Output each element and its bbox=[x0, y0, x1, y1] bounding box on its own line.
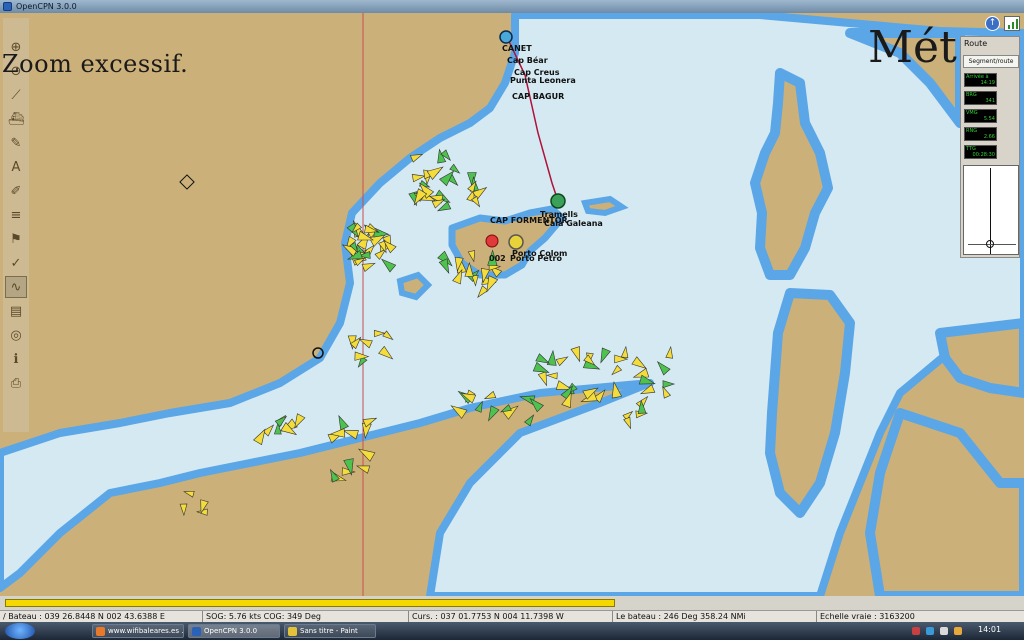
title-bar: OpenCPN 3.0.0 bbox=[0, 0, 1024, 13]
taskbar-task[interactable]: www.wifibaleares.es ... bbox=[92, 624, 184, 638]
waypoint-start[interactable] bbox=[499, 30, 513, 44]
waypoint-icon[interactable]: ⚑ bbox=[5, 228, 27, 250]
sog-cog: SOG: 5.76 kts COG: 349 Deg bbox=[206, 612, 321, 621]
route-dashboard: Route Segment/route Arrivée à 14:19 BRG 341… bbox=[960, 36, 1020, 258]
brush-icon[interactable]: ✐ bbox=[5, 180, 27, 202]
meteo-label: Mét bbox=[868, 22, 957, 73]
taskbar-task[interactable]: Sans titre - Paint bbox=[284, 624, 376, 638]
chart-label-canet: CANET bbox=[502, 44, 532, 53]
settings-icon[interactable]: ✓ bbox=[5, 252, 27, 274]
tunisia-coast bbox=[865, 408, 1024, 596]
window-title: OpenCPN 3.0.0 bbox=[16, 2, 77, 11]
instrument-arriv-e-: Arrivée à 14:19 bbox=[964, 73, 997, 87]
chart-label-bear: Cap Béar bbox=[507, 55, 548, 65]
chart-label-wp: 002 bbox=[489, 254, 506, 263]
chart-label-bagur: CAP BAGUR bbox=[512, 92, 564, 101]
task-app-icon bbox=[192, 626, 201, 636]
instrument-key: RNG bbox=[966, 128, 978, 134]
instrument-brg: BRG 341 bbox=[964, 91, 997, 105]
own-ship[interactable] bbox=[508, 234, 524, 250]
ais-vessel-icon[interactable] bbox=[356, 445, 376, 462]
menorca-island bbox=[580, 195, 629, 217]
instrument-key: VMG bbox=[966, 110, 978, 116]
chart-scale: Echelle vraie : 3163200 bbox=[820, 612, 915, 621]
track-icon[interactable]: ∿ bbox=[5, 276, 27, 298]
status-bar: / Bateau : 039 26.8448 N 002 43.6388 E S… bbox=[0, 610, 1024, 622]
cursor-position: Curs. : 037 01.7753 N 004 11.7398 W bbox=[412, 612, 564, 621]
task-app-icon bbox=[288, 626, 297, 636]
instrument-ttg: TTG 00:28:30 bbox=[964, 145, 997, 159]
text-icon[interactable]: A bbox=[5, 156, 27, 178]
opencpn-app-icon bbox=[3, 2, 12, 11]
dashboard-title: Route bbox=[964, 39, 988, 48]
lifebuoy-icon[interactable]: ◎ bbox=[5, 324, 27, 346]
instrument-value: 00:28:30 bbox=[972, 152, 995, 158]
instrument-value: 2.66 bbox=[983, 134, 995, 140]
buoy-mark bbox=[179, 174, 195, 190]
instrument-vmg: VMG 5.54 bbox=[964, 109, 997, 123]
task-label: Sans titre - Paint bbox=[300, 627, 358, 635]
ship-icon[interactable]: ⛴ bbox=[5, 108, 27, 130]
tray-icon-network[interactable] bbox=[926, 627, 934, 635]
taskbar-clock[interactable]: 14:01 bbox=[978, 625, 1001, 634]
chart-label-tramells: Tramells bbox=[540, 210, 578, 219]
progress-row bbox=[0, 596, 1024, 610]
instrument-value: 341 bbox=[985, 98, 995, 104]
instrument-value: 5.54 bbox=[983, 116, 995, 122]
ais-vessel-icon[interactable] bbox=[179, 503, 188, 517]
print-icon[interactable]: ⎙ bbox=[5, 372, 27, 394]
compass-icon[interactable]: ↑ bbox=[985, 16, 1000, 31]
instrument-rng: RNG 2.66 bbox=[964, 127, 997, 141]
chart-icon[interactable]: ▤ bbox=[5, 300, 27, 322]
chart-label-petro: Porto Petro bbox=[510, 254, 562, 263]
instrument-value: 14:19 bbox=[980, 80, 995, 86]
tray-icon-volume[interactable] bbox=[940, 627, 948, 635]
boat-position: / Bateau : 039 26.8448 N 002 43.6388 E bbox=[3, 612, 165, 621]
task-app-icon bbox=[96, 626, 105, 636]
bearing-range: Le bateau : 246 Deg 358.24 NMi bbox=[616, 612, 746, 621]
boat-icon bbox=[986, 240, 994, 248]
info-icon[interactable]: ℹ bbox=[5, 348, 27, 370]
cross-track-indicator bbox=[963, 165, 1019, 255]
task-label: www.wifibaleares.es ... bbox=[108, 627, 184, 635]
windows-taskbar: www.wifibaleares.es ... OpenCPN 3.0.0 Sans… bbox=[0, 622, 1024, 640]
instrument-key: BRG bbox=[966, 92, 977, 98]
nautical-chart[interactable]: CANET Cap Béar Cap Creus Punta Leonera CAP B… bbox=[0, 13, 1024, 596]
chart-canvas[interactable]: CANETCap BéarCap CreusPunta LeoneraCAP B… bbox=[0, 13, 1024, 596]
ais-vessel-icon[interactable] bbox=[183, 489, 195, 498]
opencpn-window: OpenCPN 3.0.0 CANET Cap Béar Cap Creus P… bbox=[0, 0, 1024, 640]
anchor-mark bbox=[485, 234, 499, 248]
waypoint-end[interactable] bbox=[550, 193, 566, 209]
measure-icon[interactable]: ✎ bbox=[5, 132, 27, 154]
segment-route-button[interactable]: Segment/route bbox=[963, 55, 1019, 68]
tray-icon-power[interactable] bbox=[954, 627, 962, 635]
route-icon[interactable]: ⟋ bbox=[5, 84, 27, 106]
start-button[interactable] bbox=[5, 623, 35, 639]
chart-label-galeana: Cala Galeana bbox=[544, 219, 603, 228]
gps-signal-icon[interactable] bbox=[1004, 16, 1020, 31]
sicily-coast bbox=[935, 318, 1024, 398]
taskbar-task[interactable]: OpenCPN 3.0.0 bbox=[188, 624, 280, 638]
chart-load-progress bbox=[5, 599, 615, 607]
layers-icon[interactable]: ≡ bbox=[5, 204, 27, 226]
tray-icon-flag[interactable] bbox=[912, 627, 920, 635]
left-toolbar: ⊕ ⊖ ⟋ ⛴ ✎ A ✐ ≡ ⚑ ✓ ∿ ▤ ◎ ℹ ⎙ bbox=[3, 18, 29, 432]
chart-label-leonera: Punta Leonera bbox=[510, 76, 576, 85]
zoom-warning: Zoom excessif. bbox=[2, 50, 189, 78]
task-label: OpenCPN 3.0.0 bbox=[204, 627, 258, 635]
